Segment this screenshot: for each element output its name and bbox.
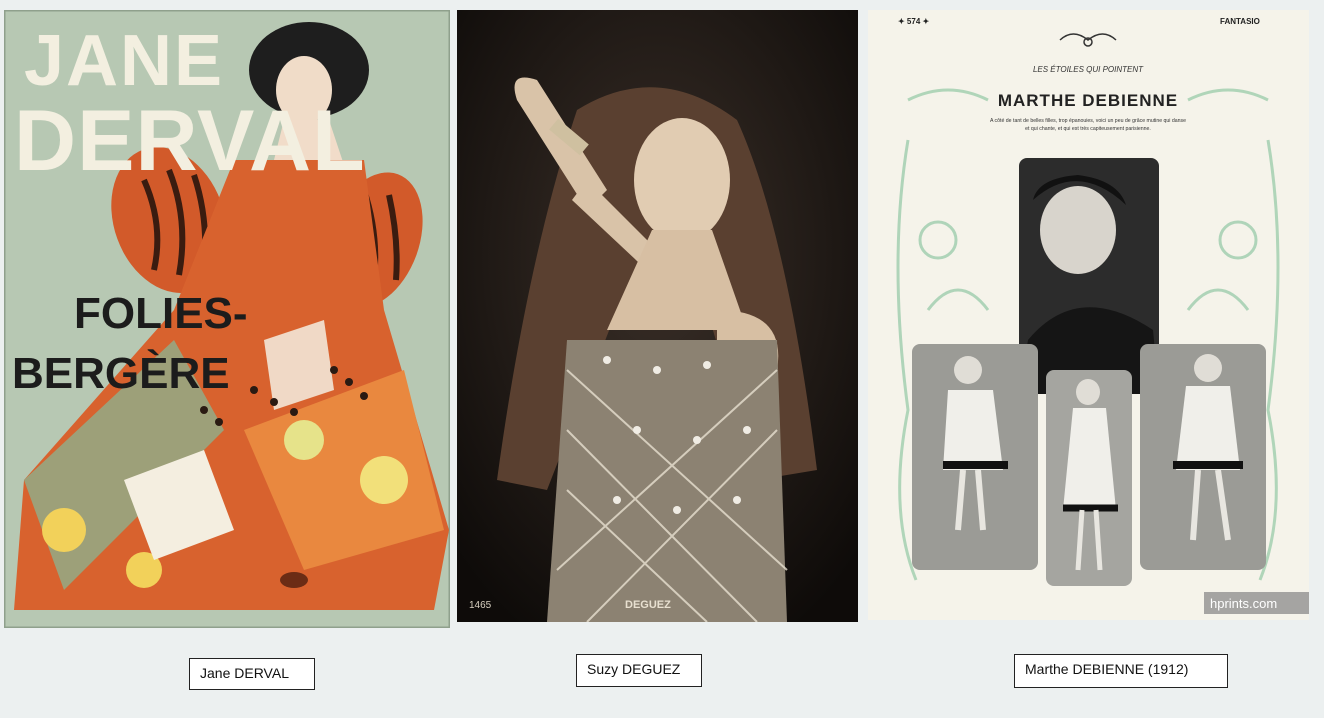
- poster-venue-line1: FOLIES-: [74, 289, 248, 338]
- caption-suzy-deguez: Suzy DEGUEZ: [576, 654, 702, 687]
- page-number: ✦ 574 ✦: [898, 17, 929, 26]
- magazine-name: FANTASIO: [1220, 17, 1260, 26]
- photo-name: DEGUEZ: [625, 599, 671, 611]
- watermark-text: hprints.com: [1210, 596, 1277, 611]
- headline: MARTHE DEBIENNE: [998, 91, 1178, 110]
- photo-illustration: 1465 DEGUEZ: [457, 10, 858, 622]
- jane-derval-poster: JANE DERVAL FOLIES- BERGÈRE: [4, 10, 450, 628]
- caption-marthe-debienne: Marthe DEBIENNE (1912): [1014, 654, 1228, 688]
- caption-jane-derval: Jane DERVAL: [189, 658, 315, 690]
- suzy-deguez-photo: 1465 DEGUEZ: [457, 10, 858, 622]
- dancer-photo-center: [1046, 370, 1132, 586]
- fantasio-magazine-page: ✦ 574 ✦ FANTASIO LES ÉTOILES QUI POINTEN…: [868, 10, 1309, 620]
- dancer-photo-left: [912, 344, 1038, 570]
- photo-number: 1465: [469, 600, 492, 611]
- section-title: LES ÉTOILES QUI POINTENT: [1033, 65, 1144, 74]
- blurb-line1: A côté de tant de belles filles, trop ép…: [990, 118, 1186, 124]
- poster-title-line2: DERVAL: [14, 93, 366, 189]
- blurb-line2: et qui chante, et qui est très capiteuse…: [1025, 126, 1151, 132]
- dancer-photo-right: [1140, 344, 1266, 570]
- magazine-illustration: ✦ 574 ✦ FANTASIO LES ÉTOILES QUI POINTEN…: [868, 10, 1309, 620]
- poster-title-line1: JANE: [24, 21, 224, 101]
- poster-venue-line2: BERGÈRE: [12, 348, 230, 398]
- poster-illustration: JANE DERVAL FOLIES- BERGÈRE: [4, 10, 450, 628]
